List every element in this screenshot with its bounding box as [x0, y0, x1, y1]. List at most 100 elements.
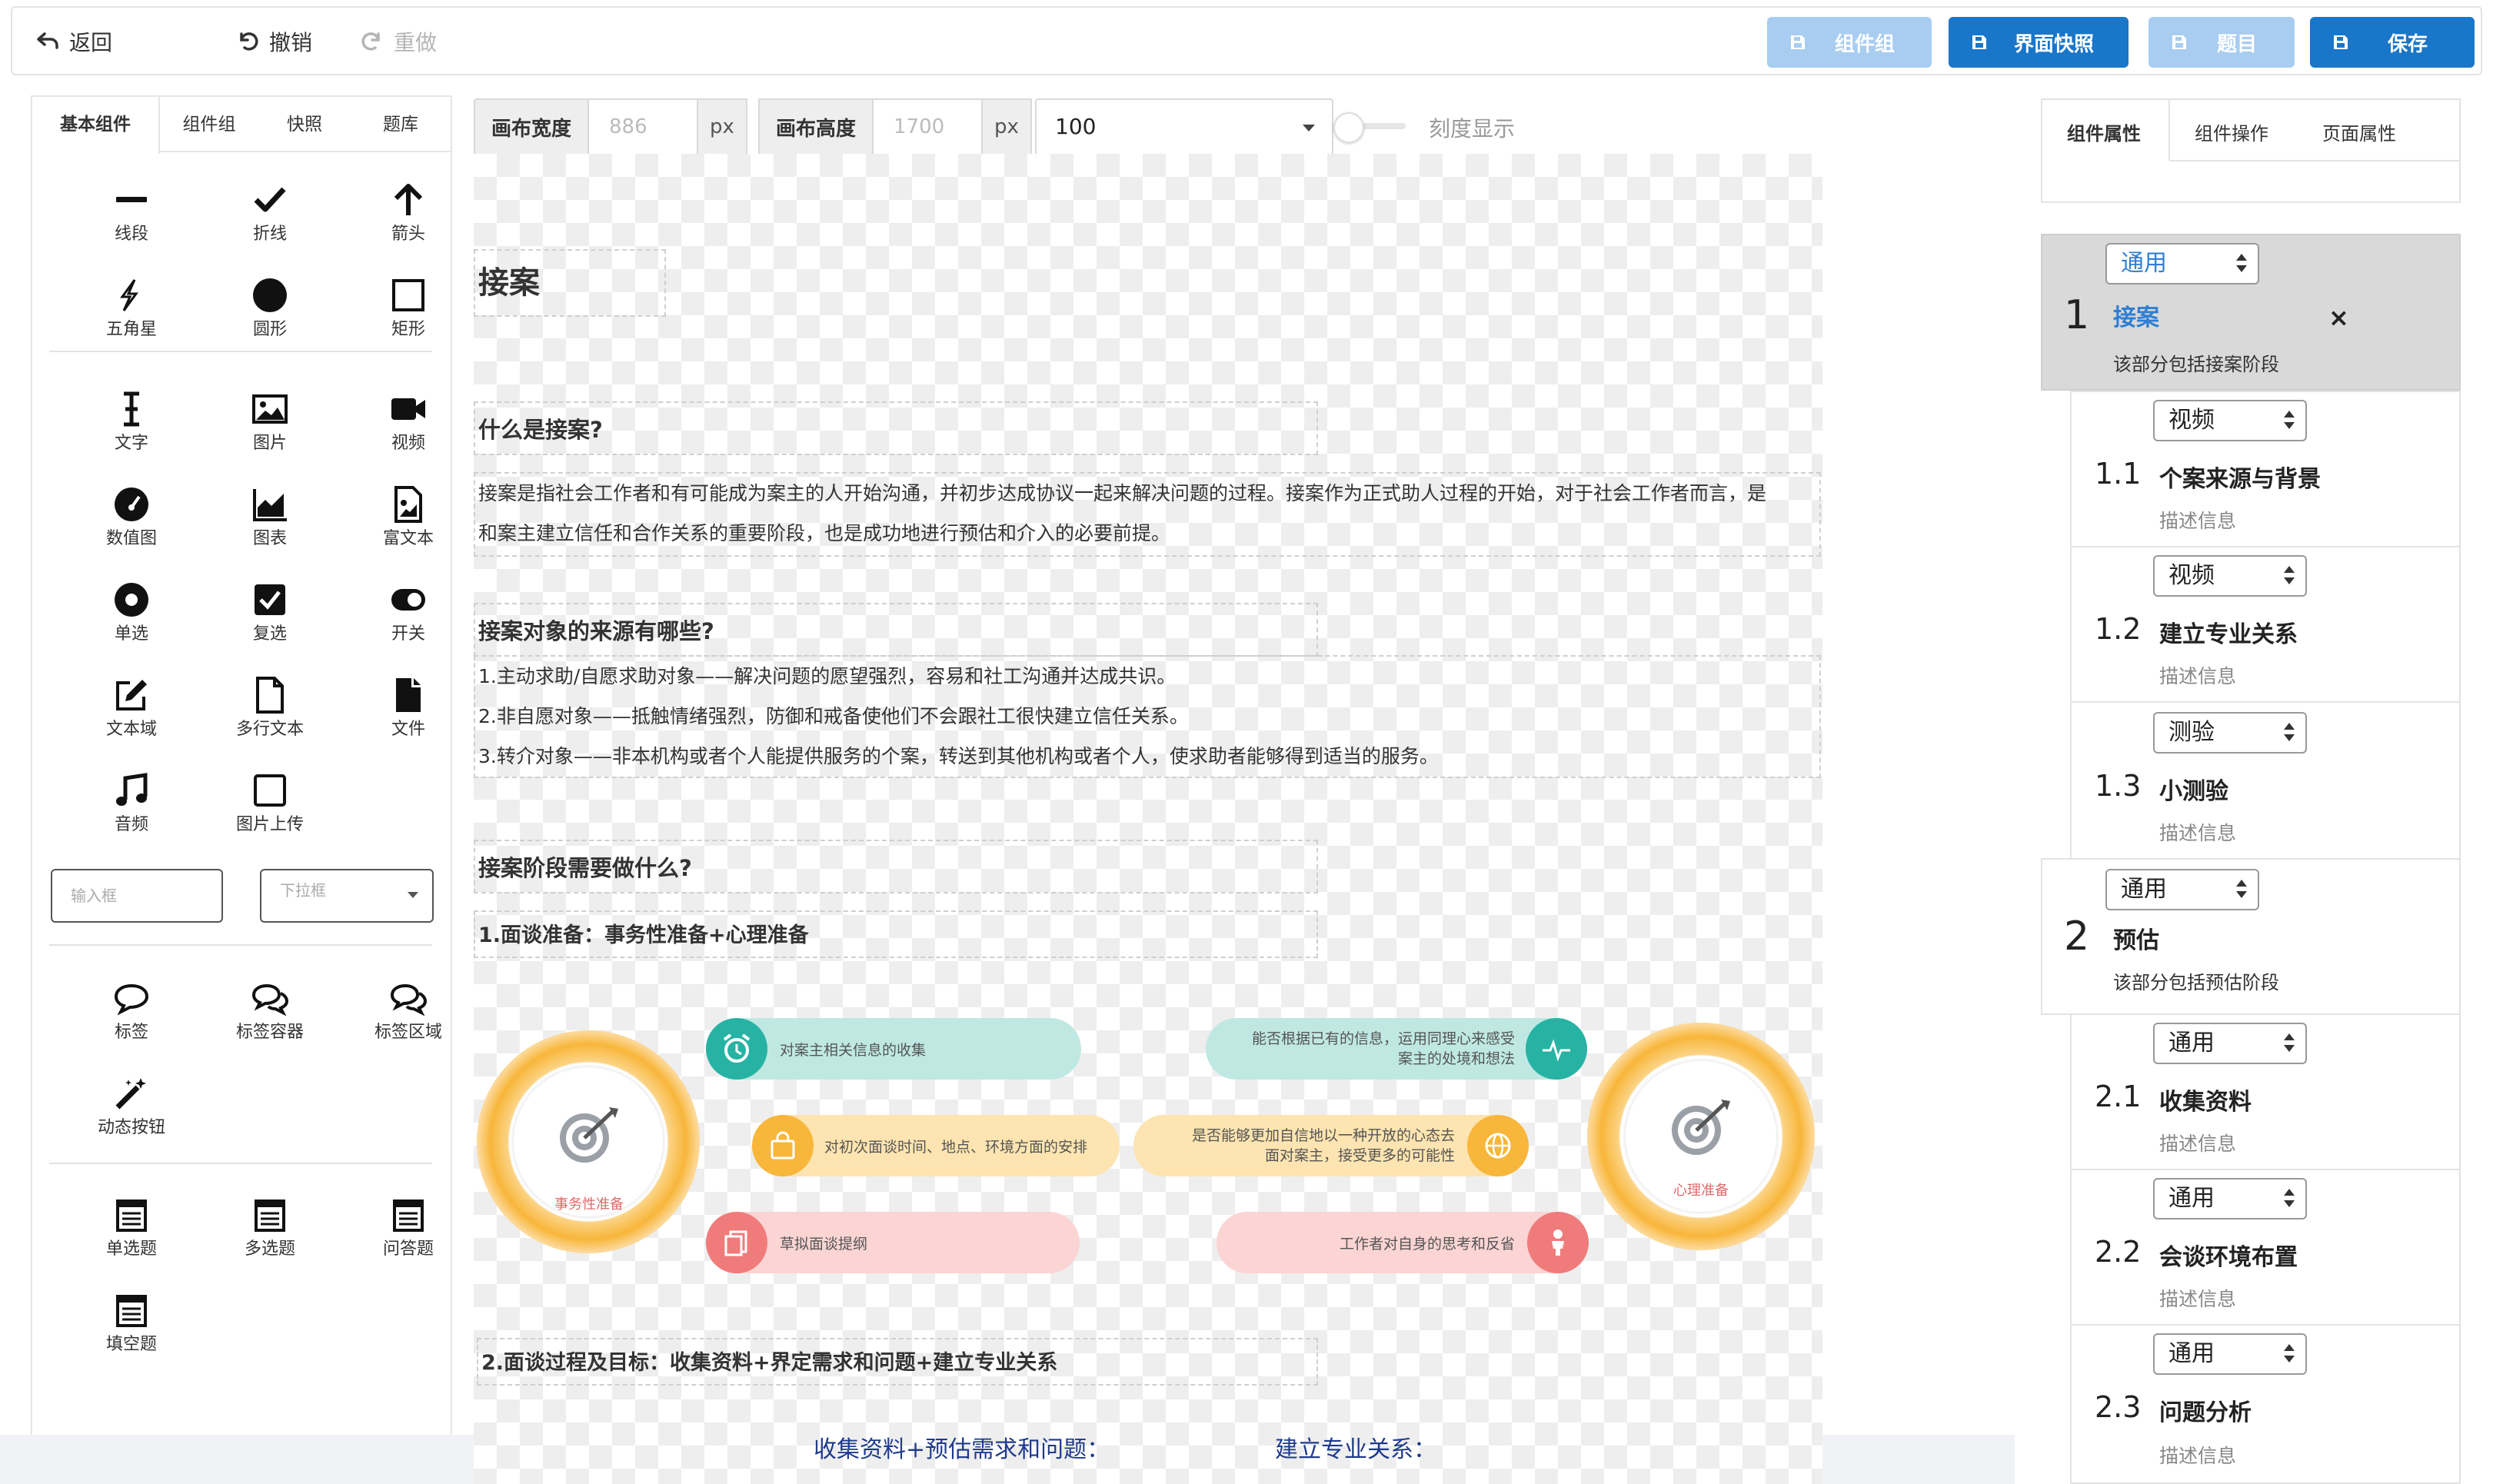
section-2[interactable]: 通用 2 预估 该部分包括预估阶段: [2041, 858, 2461, 1015]
section-type-select[interactable]: 通用: [2153, 1178, 2307, 1219]
build-relationship-heading: 建立专业关系：: [1275, 1436, 1436, 1463]
subsection-2-1[interactable]: 通用 2.1 收集资料 描述信息: [2070, 1013, 2461, 1170]
component-upload[interactable]: 图片上传: [212, 764, 328, 841]
component-star[interactable]: 五角星: [74, 269, 189, 346]
area-chart-icon: [253, 489, 287, 521]
question-button[interactable]: 题目: [2149, 17, 2295, 68]
component-circle[interactable]: 圆形: [212, 269, 328, 346]
component-single-choice[interactable]: 单选题: [74, 1189, 189, 1266]
select-component[interactable]: 下拉框: [260, 869, 434, 923]
section-type-select[interactable]: 通用: [2153, 1023, 2307, 1064]
section-number: 1.1: [2095, 457, 2142, 491]
canvas-title[interactable]: 接案: [474, 249, 666, 317]
component-star-label: 五角星: [105, 320, 157, 339]
save-label: 保存: [2387, 32, 2428, 56]
component-radio[interactable]: 单选: [74, 574, 189, 650]
undo-button[interactable]: 撤销: [235, 23, 312, 60]
section-number: 1: [2064, 292, 2090, 338]
heading-intake-sources[interactable]: 接案对象的来源有哪些?: [474, 603, 1318, 657]
section-type-select[interactable]: 视频: [2153, 555, 2307, 597]
globe-icon: [1467, 1115, 1529, 1176]
step-2-heading[interactable]: 2.面谈过程及目标：收集资料+界定需求和问题+建立专业关系: [477, 1338, 1318, 1386]
component-multi-choice[interactable]: 多选题: [212, 1189, 328, 1266]
step-1-heading[interactable]: 1.面谈准备：事务性准备+心理准备: [474, 910, 1318, 958]
component-dynamic-button[interactable]: 动态按钮: [74, 1067, 189, 1144]
scale-toggle[interactable]: [1333, 112, 1407, 143]
redo-button[interactable]: 重做: [360, 23, 437, 60]
component-multiline[interactable]: 多行文本: [212, 669, 328, 746]
component-group-label: 组件组: [1834, 32, 1895, 56]
back-button[interactable]: 返回: [35, 23, 112, 60]
form-icon: [393, 1200, 424, 1232]
divider: [49, 944, 432, 946]
component-tag-area[interactable]: 标签区域: [351, 972, 466, 1049]
tab-basic-components[interactable]: 基本组件: [32, 97, 160, 154]
canvas-height-unit: px: [981, 98, 1032, 155]
star-outline-icon: [120, 279, 138, 311]
save-button[interactable]: 保存: [2310, 17, 2475, 68]
component-gauge[interactable]: 数值图: [74, 478, 189, 555]
component-switch[interactable]: 开关: [351, 574, 466, 650]
component-tabs: 基本组件 组件组 快照 题库: [32, 97, 451, 154]
component-textfield[interactable]: 文本域: [74, 669, 189, 746]
subsection-1-3[interactable]: 测验 1.3 小测验 描述信息: [2070, 701, 2461, 860]
component-qa[interactable]: 问答题: [351, 1189, 466, 1266]
paragraph-intake-sources[interactable]: 1.主动求助/自愿求助对象——解决问题的愿望强烈，容易和社工沟通并达成共识。 2…: [474, 655, 1821, 778]
section-type-select[interactable]: 通用: [2153, 1333, 2307, 1375]
component-richtext[interactable]: 富文本: [351, 478, 466, 555]
screenshot-button[interactable]: 界面快照: [1949, 17, 2129, 68]
input-component[interactable]: 输入框: [51, 869, 223, 923]
subsection-1-2[interactable]: 视频 1.2 建立专业关系 描述信息: [2070, 546, 2461, 703]
section-title: 小测验: [2159, 778, 2228, 805]
zoom-select[interactable]: 100: [1035, 98, 1333, 155]
subsection-2-3[interactable]: 通用 2.3 问题分析 描述信息: [2070, 1324, 2461, 1484]
component-multi-choice-label: 多选题: [244, 1239, 295, 1259]
section-desc: 描述信息: [2159, 510, 2237, 532]
component-image[interactable]: 图片: [212, 383, 328, 460]
component-chart[interactable]: 图表: [212, 478, 328, 555]
component-rect[interactable]: 矩形: [351, 269, 466, 346]
canvas-height-input[interactable]: 1700: [872, 98, 983, 155]
component-file[interactable]: 文件: [351, 669, 466, 746]
question-label: 题目: [2216, 32, 2257, 56]
tab-question-bank[interactable]: 题库: [351, 97, 451, 152]
component-radio-label: 单选: [114, 624, 148, 644]
tab-page-properties[interactable]: 页面属性: [2322, 118, 2396, 145]
sort-arrows-icon: [2236, 252, 2247, 275]
component-tag-container[interactable]: 标签容器: [212, 972, 328, 1049]
component-text[interactable]: 文字: [74, 383, 189, 460]
component-tag[interactable]: 标签: [74, 972, 189, 1049]
section-1[interactable]: 通用 1 接案 × 该部分包括接案阶段: [2041, 234, 2461, 391]
section-type-select[interactable]: 测验: [2153, 712, 2307, 754]
section-type-select[interactable]: 视频: [2153, 400, 2307, 441]
tab-snapshots[interactable]: 快照: [258, 97, 351, 152]
design-canvas[interactable]: 接案 什么是接案? 接案是指社会工作者和有可能成为案主的人开始沟通，并初步达成协…: [474, 154, 1822, 1484]
component-chart-label: 图表: [252, 529, 287, 548]
component-fill-blank[interactable]: 填空题: [74, 1284, 189, 1361]
canvas-width-input[interactable]: 886: [587, 98, 698, 155]
section-type-select[interactable]: 通用: [2105, 243, 2259, 284]
dashboard-gauge-icon: [115, 487, 148, 521]
tab-component-actions[interactable]: 组件操作: [2195, 118, 2268, 145]
heading-intake-tasks[interactable]: 接案阶段需要做什么?: [474, 840, 1318, 893]
component-polyline[interactable]: 折线: [212, 174, 328, 251]
redo-icon: [361, 32, 380, 51]
component-arrow[interactable]: 箭头: [351, 174, 466, 251]
speech-bubbles-icon: [251, 983, 288, 1017]
component-checkbox[interactable]: 复选: [212, 574, 328, 650]
close-icon[interactable]: ×: [2328, 303, 2349, 332]
subsection-2-2[interactable]: 通用 2.2 会谈环境布置 描述信息: [2070, 1169, 2461, 1326]
section-type-select[interactable]: 通用: [2105, 869, 2259, 910]
section-number: 1.2: [2095, 612, 2142, 646]
paragraph-intake-definition[interactable]: 接案是指社会工作者和有可能成为案主的人开始沟通，并初步达成协议一起来解决问题的过…: [474, 472, 1821, 557]
component-line[interactable]: 线段: [74, 174, 189, 251]
subsection-1-1[interactable]: 视频 1.1 个案来源与背景 描述信息: [2070, 391, 2461, 547]
heading-what-is-intake[interactable]: 什么是接案?: [474, 401, 1318, 455]
component-group-button[interactable]: 组件组: [1767, 17, 1932, 68]
sort-arrows-icon: [2284, 1187, 2295, 1210]
tab-component-groups[interactable]: 组件组: [160, 97, 258, 152]
tab-component-properties[interactable]: 组件属性: [2067, 118, 2141, 145]
component-audio[interactable]: 音频: [74, 764, 189, 841]
component-video[interactable]: 视频: [351, 383, 466, 460]
section-title: 预估: [2113, 927, 2159, 954]
